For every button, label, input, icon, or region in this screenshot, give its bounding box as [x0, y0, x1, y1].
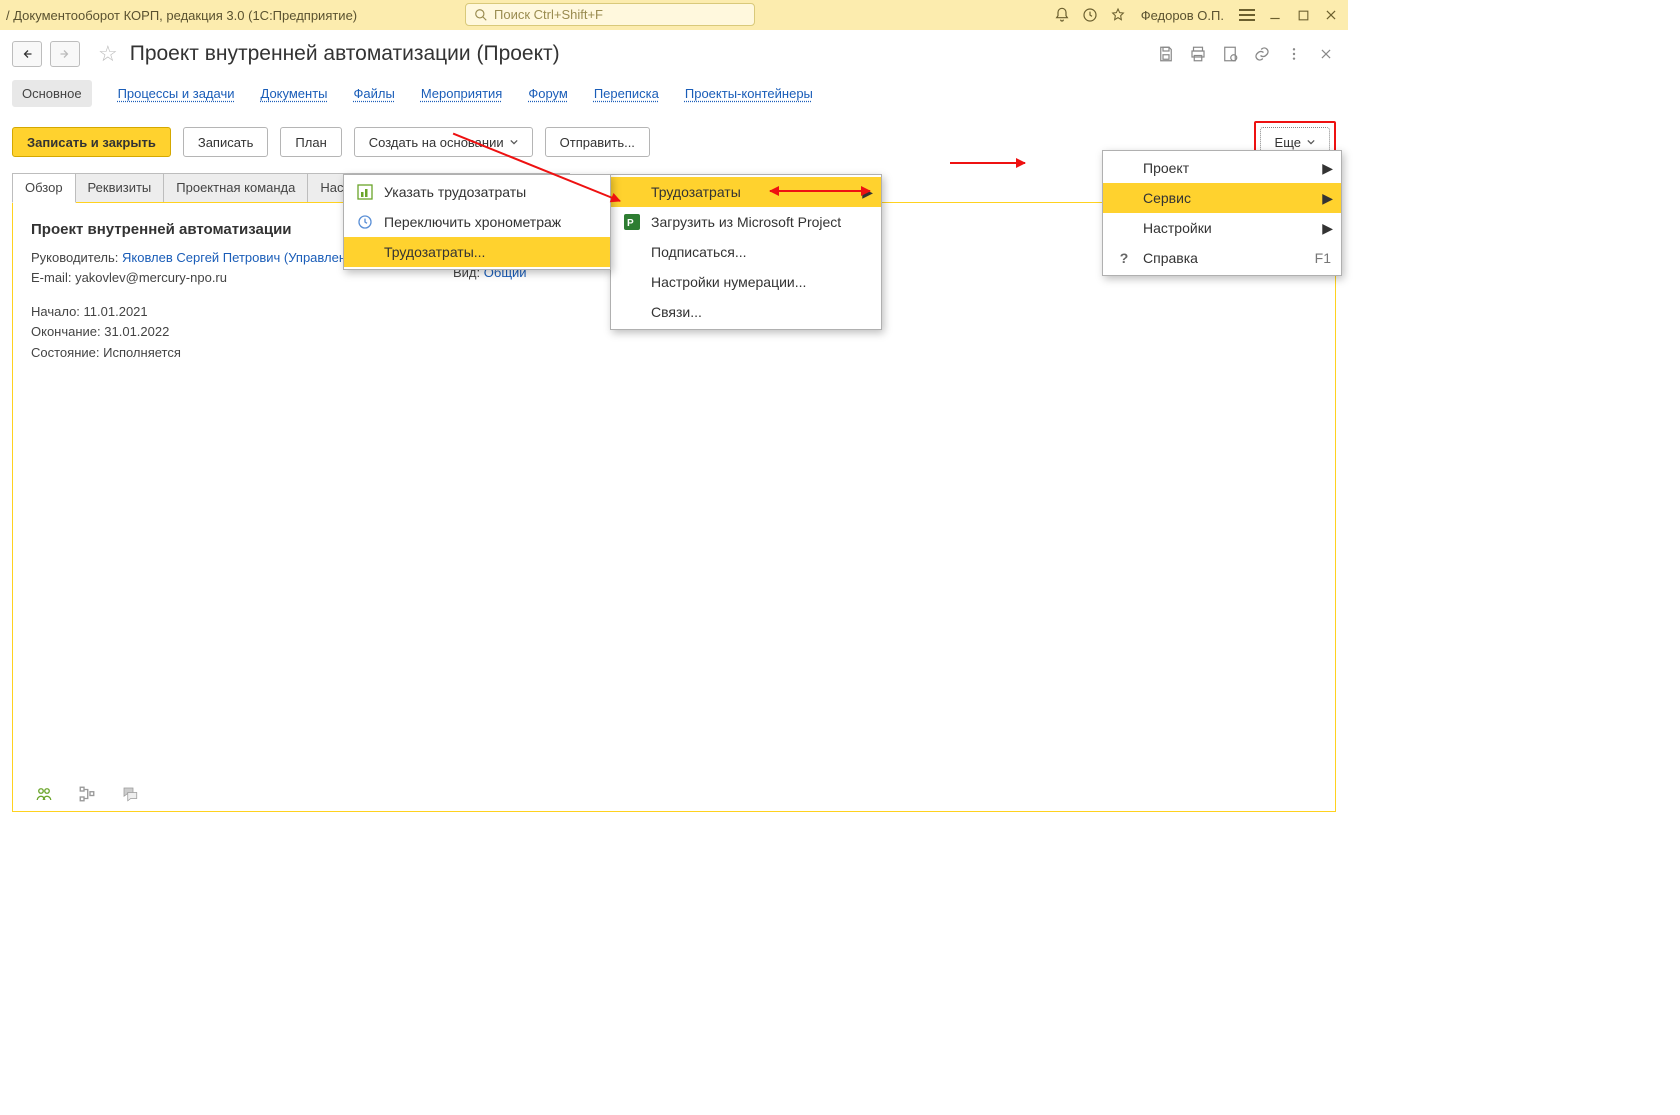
maximize-icon[interactable] [1292, 4, 1314, 26]
forward-button[interactable] [50, 41, 80, 67]
menu-labor: Указать трудозатраты Переключить хрономе… [343, 174, 611, 270]
tab-requisites[interactable]: Реквизиты [75, 173, 165, 203]
menu-icon[interactable] [1236, 4, 1258, 26]
menu-item-labor[interactable]: Трудозатраты ▶ [611, 177, 881, 207]
secnav-active[interactable]: Основное [12, 80, 92, 107]
secnav-link[interactable]: Файлы [354, 86, 395, 101]
annotation-arrow [770, 190, 870, 192]
menu-item-labor-report[interactable]: Трудозатраты... [344, 237, 610, 267]
chevron-right-icon: ▶ [1322, 190, 1333, 207]
menu-item-project[interactable]: Проект ▶ [1103, 153, 1341, 183]
send-button[interactable]: Отправить... [545, 127, 650, 157]
clock-icon [356, 213, 374, 231]
menu-more: Проект ▶ Сервис ▶ Настройки ▶ ? Справка … [1102, 150, 1342, 276]
menu-item-links[interactable]: Связи... [611, 297, 881, 327]
report-icon[interactable] [1220, 44, 1240, 64]
search-wrap: Поиск Ctrl+Shift+F [465, 3, 755, 26]
secnav-link[interactable]: Документы [261, 86, 328, 101]
chat-icon[interactable] [119, 785, 141, 803]
save-icon[interactable] [1156, 44, 1176, 64]
titlebar: / Документооборот КОРП, редакция 3.0 (1С… [0, 0, 1348, 30]
search-input[interactable]: Поиск Ctrl+Shift+F [465, 3, 755, 26]
favorite-star-icon[interactable]: ☆ [98, 41, 118, 67]
chevron-right-icon: ▶ [1322, 160, 1333, 177]
link-icon[interactable] [1252, 44, 1272, 64]
help-icon: ? [1115, 249, 1133, 267]
menu-item-timer[interactable]: Переключить хронометраж [344, 207, 610, 237]
chevron-down-icon [1307, 138, 1315, 146]
secnav-link[interactable]: Мероприятия [421, 86, 503, 101]
search-icon [474, 8, 488, 22]
minimize-icon[interactable] [1264, 4, 1286, 26]
secnav-link[interactable]: Проекты-контейнеры [685, 86, 813, 101]
secnav-link[interactable]: Процессы и задачи [118, 86, 235, 101]
menu-item-msproject[interactable]: P Загрузить из Microsoft Project [611, 207, 881, 237]
back-button[interactable] [12, 41, 42, 67]
menu-item-subscribe[interactable]: Подписаться... [611, 237, 881, 267]
search-placeholder: Поиск Ctrl+Shift+F [494, 7, 603, 22]
chevron-right-icon: ▶ [1322, 220, 1333, 237]
menu-item-numbering[interactable]: Настройки нумерации... [611, 267, 881, 297]
labor-icon [356, 183, 374, 201]
nav-row: ☆ Проект внутренней автоматизации (Проек… [0, 30, 1348, 72]
secnav-link[interactable]: Переписка [594, 86, 659, 101]
close-icon[interactable] [1320, 4, 1342, 26]
chevron-down-icon [510, 138, 518, 146]
bell-icon[interactable] [1051, 4, 1073, 26]
msproject-icon: P [623, 213, 641, 231]
shortcut-label: F1 [1315, 250, 1331, 266]
history-icon[interactable] [1079, 4, 1101, 26]
star-icon[interactable] [1107, 4, 1129, 26]
menu-item-help[interactable]: ? Справка F1 [1103, 243, 1341, 273]
section-nav: Основное Процессы и задачи Документы Фай… [0, 72, 1348, 117]
tab-overview[interactable]: Обзор [12, 173, 76, 203]
state-line: Состояние: Исполняется [31, 343, 1317, 363]
bottom-icon-row [33, 785, 1315, 803]
menu-item-settings[interactable]: Настройки ▶ [1103, 213, 1341, 243]
tab-team[interactable]: Проектная команда [163, 173, 308, 203]
page-title: Проект внутренней автоматизации (Проект) [130, 42, 560, 66]
nav-right-icons [1156, 44, 1336, 64]
kebab-icon[interactable] [1284, 44, 1304, 64]
people-icon[interactable] [33, 785, 55, 803]
annotation-arrow [950, 162, 1025, 164]
close-panel-icon[interactable] [1316, 44, 1336, 64]
write-and-close-button[interactable]: Записать и закрыть [12, 127, 171, 157]
plan-button[interactable]: План [280, 127, 341, 157]
tree-icon[interactable] [77, 785, 97, 803]
secnav-link[interactable]: Форум [528, 86, 568, 101]
print-icon[interactable] [1188, 44, 1208, 64]
write-button[interactable]: Записать [183, 127, 269, 157]
svg-text:P: P [627, 218, 634, 229]
create-based-on-button[interactable]: Создать на основании [354, 127, 533, 157]
menu-service: Трудозатраты ▶ P Загрузить из Microsoft … [610, 174, 882, 330]
menu-item-service[interactable]: Сервис ▶ [1103, 183, 1341, 213]
titlebar-right: Федоров О.П. [1051, 0, 1342, 30]
app-title: / Документооборот КОРП, редакция 3.0 (1С… [6, 8, 357, 23]
user-name[interactable]: Федоров О.П. [1135, 8, 1230, 23]
